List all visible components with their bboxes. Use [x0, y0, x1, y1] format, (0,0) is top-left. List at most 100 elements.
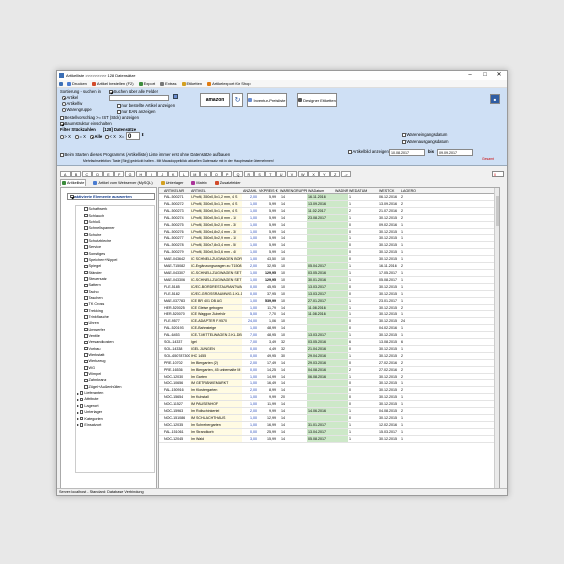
grid-row[interactable]: NOC-10656 IM GETRÄNKEMARKT 1,00 16,49 14 0 30.… — [159, 380, 499, 388]
tree-check-icon[interactable] — [84, 239, 88, 243]
tree-check-icon[interactable] — [84, 321, 88, 326]
grid-row[interactable]: FAL-150916 Im Klostergarten 2,00 8,99 14 0 30.… — [159, 387, 499, 395]
tree-check-icon[interactable] — [84, 359, 88, 364]
letter-button[interactable]: G — [124, 171, 136, 177]
letter-button[interactable]: E — [103, 171, 114, 177]
tree-check-icon[interactable] — [84, 340, 88, 345]
filter-radio-eq[interactable]: = X — [75, 134, 86, 139]
letter-button[interactable]: O — [211, 171, 222, 177]
date-from-input[interactable]: 10.08.2017 — [389, 149, 425, 156]
refresh-button-icon[interactable]: ↻ — [232, 93, 243, 107]
tree-check-icon[interactable] — [84, 220, 88, 224]
letter-button[interactable]: A — [60, 171, 71, 177]
grid-row[interactable]: FAL-500274 I-Profil, 350x0,5x1,8 mm - 1/1… — [159, 214, 499, 222]
only-ean-checkbox[interactable]: nur EAN anzeigen — [117, 109, 156, 114]
grid-row[interactable]: MAE-T15082 IC-Ergänzungswagen zu T1508 2,0… — [159, 263, 499, 270]
filter-radio-gt[interactable]: > X — [60, 134, 71, 139]
grid-header-cell[interactable]: WADNR — [334, 188, 348, 193]
letter-button[interactable]: B — [70, 171, 82, 177]
warenausgang-checkbox[interactable]: Warenausgangsdatum — [402, 139, 448, 144]
tree-check-icon[interactable] — [84, 289, 88, 294]
tree-expand-icon[interactable]: ▸ — [77, 391, 79, 396]
tree-expand-icon[interactable]: ▸ — [77, 416, 79, 421]
grid-header-cell[interactable]: WEDATUM — [348, 188, 378, 193]
grid-row[interactable]: NOC-151086 IM SCHLACHTHAUS 1,00 12,99 14 0 30.… — [159, 415, 499, 422]
letter-button[interactable]: Q — [232, 171, 244, 177]
letter-button[interactable]: P — [221, 171, 233, 177]
grid-row[interactable]: NOC-11527 IM PAUSENHOF 1,00 11,99 14 0 30.12.2… — [159, 401, 499, 409]
menu-item[interactable]: Extras — [160, 81, 177, 86]
stock-checkbox[interactable]: Bestellvorschlag >= IST (Stck) anzeigen — [60, 115, 139, 120]
tree-check-icon[interactable] — [84, 346, 88, 351]
tree-check-icon[interactable] — [79, 391, 84, 395]
tree-check-icon[interactable] — [79, 397, 84, 402]
tree-check-icon[interactable] — [84, 258, 88, 262]
amazon-button[interactable]: amazon — [200, 93, 230, 107]
grid-row[interactable]: MAE-043642 IC SCHNELLZUGWAGEN BORD 1,00 43,… — [159, 256, 499, 264]
tree-check-icon[interactable] — [84, 385, 88, 389]
grid-header-cell[interactable]: LAGERO — [400, 188, 420, 193]
filter-radio-lt[interactable]: < X — [105, 134, 116, 139]
grid-row[interactable]: FAL-500273 I-Profil, 350x0,5x1,4 mm, 4 S 1… — [159, 207, 499, 215]
tree-check-icon[interactable] — [84, 270, 88, 275]
tab-item[interactable]: Artikel vom Webserver (MySQL) — [92, 179, 153, 186]
grid-row[interactable]: MAE-043306 IC-SCHNELLZUGWAGEN SET D 1,00 12… — [159, 276, 499, 284]
letter-button[interactable]: J — [157, 171, 168, 177]
grid-row[interactable]: HER-520025 ICE Gleise gebogen 1,00 11,79 14 1… — [159, 304, 499, 312]
grid-row[interactable]: SOL-14338 IGEL JUNGEN 0,00 4,49 32 21.04.2016… — [159, 345, 499, 353]
letter-button[interactable]: F — [113, 171, 125, 177]
letter-button[interactable]: M — [189, 171, 201, 177]
grid-row[interactable]: FAL-500278 I-Profil, 350x7,8x3,4 mm - 5/1… — [159, 242, 499, 250]
tree-check-icon[interactable] — [84, 334, 88, 338]
minimize-button[interactable]: – — [463, 71, 477, 80]
grid-header-cell[interactable]: WARENGRUPPE — [279, 188, 307, 193]
tree-check-icon[interactable] — [84, 226, 88, 230]
tree-expand-icon[interactable]: ▸ — [77, 397, 79, 402]
tree-check-icon[interactable] — [84, 372, 88, 376]
tree-check-icon[interactable] — [79, 423, 84, 427]
grid-header-cell[interactable]: VKPREIS € — [258, 188, 279, 193]
tree-check-icon[interactable] — [84, 264, 88, 269]
tree-check-icon[interactable] — [84, 232, 88, 237]
letter-button[interactable]: W — [297, 171, 309, 177]
tree-checkbox[interactable]: Baumstruktur einschalten — [60, 121, 112, 126]
radio-artikel[interactable]: Artikel — [62, 95, 78, 100]
letter-button[interactable]: T — [265, 171, 276, 177]
radio-artikelfw[interactable]: Artikelfw — [62, 101, 82, 106]
grid-header-cell[interactable]: ARTIKELNR — [159, 188, 190, 193]
grid-row[interactable]: FAL-500276 I-Profil, 350x4,8x2,4 mm - 3/1… — [159, 228, 499, 236]
x-value-input[interactable]: 0 — [126, 132, 140, 140]
grid-row[interactable]: NOC-12035 Im Schrebergarten 1,00 16,99 14 31.… — [159, 421, 499, 429]
grid-row[interactable]: FAL-500277 I-Profil, 350x0,5x2,9 mm - 1/1… — [159, 235, 499, 243]
tree-check-icon[interactable] — [84, 251, 88, 256]
scroll-thumb[interactable] — [495, 196, 499, 226]
letter-button[interactable]: Y — [319, 171, 330, 177]
search-button-icon[interactable] — [173, 94, 178, 99]
letter-button[interactable]: V — [286, 171, 298, 177]
grid-header-cell[interactable]: WESTCK — [378, 188, 400, 193]
tree-check-icon[interactable] — [84, 277, 88, 281]
tree-check-icon[interactable] — [79, 404, 84, 408]
grid-header-cell[interactable]: ARTIKEL — [190, 188, 242, 193]
tree-check-icon[interactable] — [84, 302, 88, 307]
grid-header-cell[interactable]: ANZAHL — [242, 188, 258, 193]
tab-item[interactable]: Unterlager — [160, 179, 185, 186]
grid-row[interactable]: NOC-15654 Im Kuhstall 1,00 9,99 20 0 30.12.201… — [159, 394, 499, 402]
grid-row[interactable]: PRE-16536 Im Biergarten, 45 unbemalte M 0,… — [159, 366, 499, 374]
letter-button[interactable]: S — [254, 171, 265, 177]
menu-item[interactable]: Export — [138, 81, 155, 86]
grid-row[interactable]: SOL-14337 Igel 7,00 3,49 32 03.05.2016 6 13.08.… — [159, 339, 499, 346]
grid-row[interactable]: FLE-9577 ICE-ADAPTER F.9570 24,00 1,06 10 0 30… — [159, 318, 499, 326]
tree-check-icon[interactable] — [84, 296, 88, 300]
search-all-checkbox[interactable]: Suchen über alle Felder — [109, 89, 158, 94]
tree-check-icon[interactable] — [84, 353, 88, 357]
tab-item[interactable]: Zusatzfelder — [214, 179, 242, 186]
wareneingang-checkbox[interactable]: Wareneingangsdatum — [402, 132, 447, 137]
letter-button[interactable]: C — [81, 171, 93, 177]
tree-check-icon[interactable] — [84, 315, 88, 319]
letter-button[interactable]: U — [275, 171, 287, 177]
grid-scrollbar[interactable] — [494, 188, 499, 488]
grid-row[interactable]: NOC-12030 Im Garten 1,00 14,99 14 06.08.2016 1… — [159, 373, 499, 381]
spinner-icon[interactable]: ⬍ — [141, 132, 144, 137]
tab-item[interactable]: Artikelliste — [60, 179, 87, 186]
